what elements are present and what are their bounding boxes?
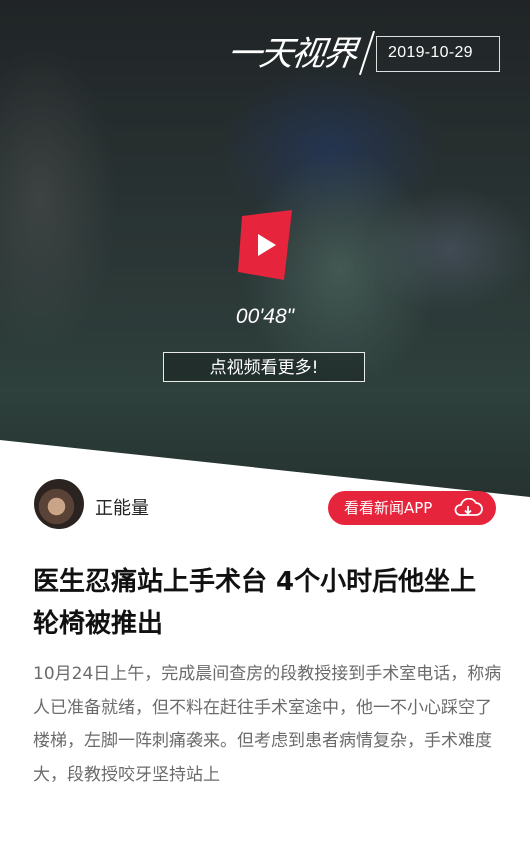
open-app-button[interactable]: 看看新闻APP [328, 491, 496, 525]
article-title: 医生忍痛站上手术台 4个小时后他坐上轮椅被推出 [33, 567, 477, 639]
cloud-download-icon [454, 498, 483, 516]
open-app-label: 看看新闻APP [344, 499, 433, 517]
diagonal-divider [0, 440, 530, 560]
article-body: 10月24日上午，完成晨间查房的段教授接到手术室电话，称病人已准备就绪，但不料在… [33, 664, 502, 785]
author-name[interactable]: 正能量 [95, 494, 149, 520]
author-avatar[interactable] [34, 479, 84, 529]
